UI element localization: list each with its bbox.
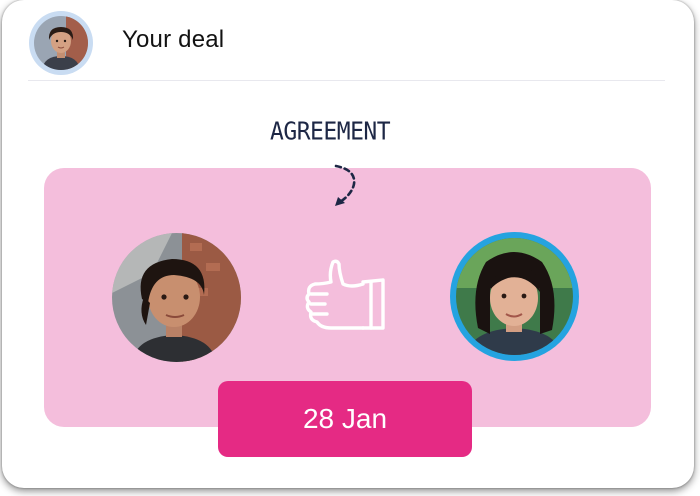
card-header: Your deal [2, 0, 694, 82]
deal-date-button[interactable]: 28 Jan [218, 381, 472, 457]
right-party-avatar[interactable] [450, 232, 579, 361]
avatar-photo [34, 16, 88, 70]
agreement-label: AGREEMENT [270, 117, 391, 147]
header-divider [28, 80, 665, 81]
thumbs-up-icon [305, 259, 385, 330]
party-photo-left [112, 233, 241, 362]
curved-arrow-down-icon [334, 164, 356, 206]
page-title: Your deal [122, 26, 225, 53]
left-party-avatar[interactable] [112, 233, 241, 362]
party-photo-right [456, 238, 573, 355]
user-avatar[interactable] [29, 11, 93, 75]
